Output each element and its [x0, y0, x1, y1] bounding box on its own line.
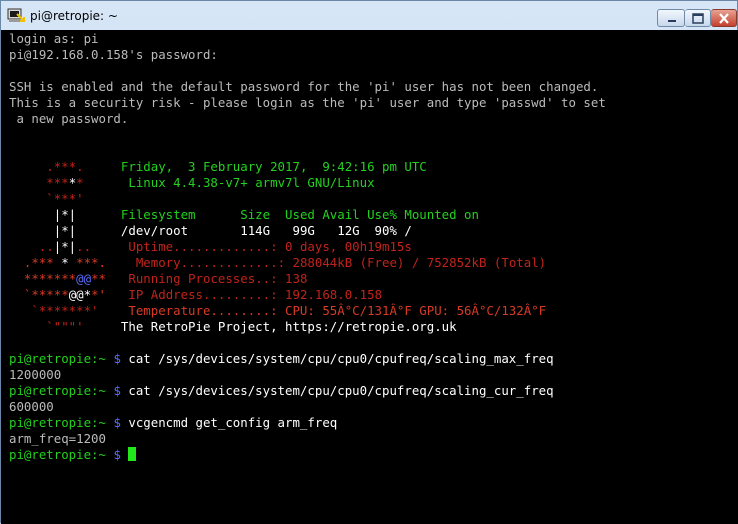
terminal-text: IP Address.........: 192.168.0.158: [128, 287, 383, 302]
terminal-line: |*| Filesystem Size Used Avail Use% Moun…: [9, 207, 606, 223]
terminal-text: This is a security risk - please login a…: [9, 95, 606, 110]
terminal-text: pi@retropie:~: [9, 351, 114, 366]
terminal-line: .***. Friday, 3 February 2017, 9:42:16 p…: [9, 159, 606, 175]
terminal-text: SSH is enabled and the default password …: [9, 79, 599, 94]
terminal-text: login as: pi: [9, 31, 99, 46]
terminal-text: **: [91, 271, 129, 286]
terminal-text: /dev/root 114G 99G 12G 90% /: [120, 223, 412, 238]
terminal-text: @@: [68, 287, 84, 302]
terminal-text: a new password.: [9, 111, 129, 126]
terminal-text: pi@192.168.0.158's password:: [9, 47, 218, 62]
terminal-text: |*|: [9, 223, 121, 238]
terminal-text: arm_freq=1200: [9, 431, 106, 446]
terminal-text: .***: [9, 255, 62, 270]
terminal-line: `"""' The RetroPie Project, https://retr…: [9, 319, 606, 335]
terminal-text: Uptime.............: 0 days, 00h19m15s: [128, 239, 412, 254]
terminal-text: Linux 4.4.38-v7+ armv7l GNU/Linux: [128, 175, 375, 190]
terminal-text: `"""': [9, 319, 121, 334]
terminal-text: *******: [9, 271, 77, 286]
terminal-text: pi@retropie:~: [9, 415, 114, 430]
terminal-text: 1200000: [9, 367, 62, 382]
terminal-text: $: [113, 383, 129, 398]
terminal-cursor: [128, 447, 137, 461]
terminal-line: ..|*|.. Uptime.............: 0 days, 00h…: [9, 239, 606, 255]
terminal-text: ..: [76, 239, 129, 254]
window-title: pi@retropie: ~: [30, 9, 118, 23]
close-icon: [719, 13, 729, 24]
terminal-text: pi@retropie:~: [9, 383, 114, 398]
terminal-text: ..: [9, 239, 54, 254]
terminal-text: @@: [76, 271, 92, 286]
terminal-text: |*|: [9, 207, 121, 222]
terminal-text: Friday, 3 February 2017, 9:42:16 pm UTC: [120, 159, 427, 174]
title-bar[interactable]: pi@retropie: ~: [1, 1, 737, 30]
terminal-line: pi@192.168.0.158's password:: [9, 47, 606, 63]
terminal-area[interactable]: login as: pi pi@192.168.0.158's password:…: [1, 30, 738, 524]
putty-window: pi@retropie: ~ login as: pi pi@192.168.0.…: [0, 0, 738, 524]
terminal-text: cat /sys/devices/system/cpu/cpu0/cpufreq…: [128, 383, 554, 398]
terminal-text: ***: [9, 175, 69, 190]
terminal-line: `*******' Temperature........: CPU: 55Â°…: [9, 303, 606, 319]
terminal-text: `***': [9, 191, 84, 206]
terminal-line: *******@@** Running Processes..: 138: [9, 271, 606, 287]
terminal-text: $: [113, 415, 129, 430]
terminal-text: 600000: [9, 399, 54, 414]
terminal-line: 600000: [9, 399, 606, 415]
minimize-icon: [668, 20, 676, 22]
terminal-line: pi@retropie:~ $: [9, 447, 606, 463]
terminal-line: SSH is enabled and the default password …: [9, 79, 606, 95]
terminal-text: `*****: [9, 287, 69, 302]
terminal-text: vcgencmd get_config arm_freq: [128, 415, 338, 430]
terminal-text: $: [113, 447, 129, 462]
terminal-text: The RetroPie Project, https://retropie.o…: [120, 319, 457, 334]
terminal-line: pi@retropie:~ $ cat /sys/devices/system/…: [9, 383, 606, 399]
terminal-line: a new password.: [9, 111, 606, 127]
terminal-text: *: [61, 255, 69, 270]
maximize-button[interactable]: [685, 9, 711, 27]
terminal-text: cat /sys/devices/system/cpu/cpu0/cpufreq…: [128, 351, 554, 366]
terminal-text: $: [113, 351, 129, 366]
terminal-text: pi@retropie:~: [9, 447, 114, 462]
terminal-line: 1200000: [9, 367, 606, 383]
terminal-line: .*** * ***. Memory.............: 288044k…: [9, 255, 606, 271]
terminal-line: `***': [9, 191, 606, 207]
terminal-line: login as: pi: [9, 31, 606, 47]
terminal-text: Memory.............: 288044kB (Free) / 7…: [135, 255, 547, 270]
terminal-text: *: [83, 287, 92, 302]
terminal-text: `*******': [9, 303, 129, 318]
terminal-app-icon[interactable]: [7, 8, 25, 23]
terminal-text: Filesystem Size Used Avail Use% Mounted …: [120, 207, 479, 222]
minimize-button[interactable]: [657, 9, 685, 27]
terminal-line: arm_freq=1200: [9, 431, 606, 447]
terminal-text: Temperature........: CPU: 55Â°C/131Â°F G…: [128, 303, 547, 318]
terminal-line: |*| /dev/root 114G 99G 12G 90% /: [9, 223, 606, 239]
close-button[interactable]: [711, 9, 737, 27]
terminal-line: pi@retropie:~ $ vcgencmd get_config arm_…: [9, 415, 606, 431]
terminal-text: Running Processes..: 138: [128, 271, 308, 286]
terminal-text: *: [76, 175, 129, 190]
maximize-icon: [692, 13, 704, 24]
terminal-line: pi@retropie:~ $ cat /sys/devices/system/…: [9, 351, 606, 367]
terminal-text: |*|: [53, 239, 77, 254]
terminal-line: `*****@@**' IP Address.........: 192.168…: [9, 287, 606, 303]
terminal-text: ***.: [68, 255, 136, 270]
terminal-line: This is a security risk - please login a…: [9, 95, 606, 111]
terminal-text: .***.: [9, 159, 121, 174]
terminal-output: login as: pi pi@192.168.0.158's password:…: [9, 31, 606, 463]
terminal-line: ***** Linux 4.4.38-v7+ armv7l GNU/Linux: [9, 175, 606, 191]
terminal-text: *': [91, 287, 129, 302]
